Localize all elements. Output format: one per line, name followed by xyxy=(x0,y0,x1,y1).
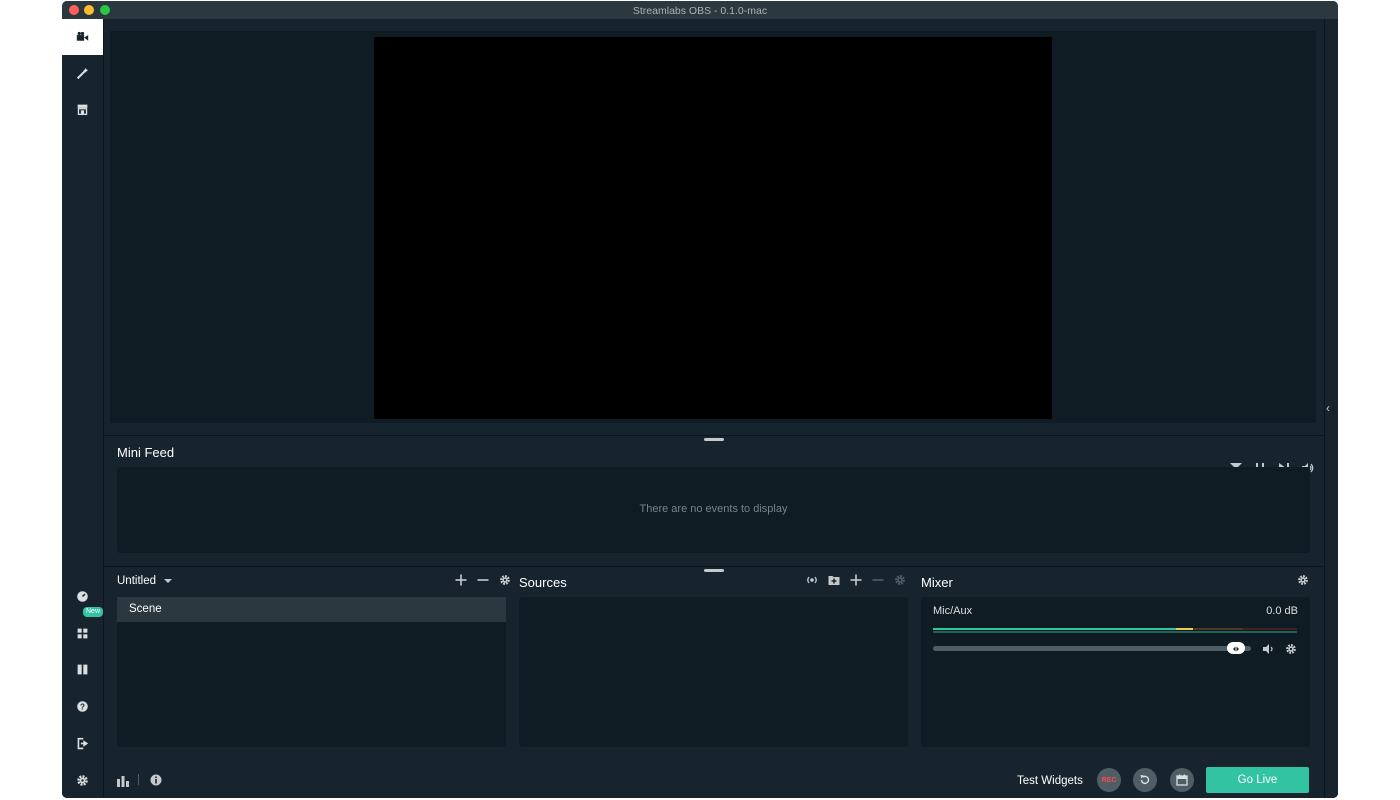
bar-chart-icon xyxy=(117,776,129,787)
sources-title: Sources xyxy=(519,575,567,590)
sources-toolbar xyxy=(806,574,906,586)
scene-collection-selector[interactable]: Untitled xyxy=(117,575,172,587)
divider xyxy=(104,566,1324,567)
store-icon xyxy=(77,104,88,115)
info-icon xyxy=(150,774,162,786)
divider xyxy=(104,435,1324,436)
remove-source-button[interactable] xyxy=(872,574,884,586)
logout-icon xyxy=(77,737,89,749)
record-button[interactable]: REC xyxy=(1097,768,1121,792)
info-button[interactable] xyxy=(150,773,162,791)
resize-handle-top[interactable] xyxy=(704,438,724,441)
sidebar-item-logout[interactable] xyxy=(62,725,103,761)
svg-text:?: ? xyxy=(80,702,85,711)
folder-plus-icon xyxy=(828,576,840,585)
performance-stats-button[interactable] xyxy=(117,774,129,792)
sidebar-item-columns[interactable] xyxy=(62,651,103,687)
meter-yellow-segment xyxy=(1176,628,1193,630)
footer-bar: Test Widgets REC Go Live xyxy=(104,761,1324,798)
mixer-panel: Mic/Aux 0.0 dB xyxy=(921,597,1310,747)
gear-icon xyxy=(1286,644,1296,654)
help-circle-icon: ? xyxy=(77,700,88,712)
mute-button[interactable] xyxy=(1263,642,1275,660)
resize-handle-bottom[interactable] xyxy=(704,569,724,572)
volume-slider[interactable] xyxy=(933,646,1251,651)
preview-area xyxy=(110,31,1316,423)
columns-icon xyxy=(77,664,88,674)
sidebar-item-store[interactable] xyxy=(62,91,103,127)
mixer-toolbar xyxy=(1297,574,1309,586)
app-window: Streamlabs OBS - 0.1.0-mac New ? Mini Fe… xyxy=(62,1,1338,798)
gear-icon xyxy=(1298,575,1308,585)
close-window-button[interactable] xyxy=(69,5,79,15)
rec-label: REC xyxy=(1101,776,1117,784)
chevron-down-icon xyxy=(164,579,172,583)
stream-preview-canvas[interactable] xyxy=(374,37,1052,419)
replay-icon xyxy=(1140,775,1150,784)
minimize-window-button[interactable] xyxy=(84,5,94,15)
mixer-source-settings-button[interactable] xyxy=(1285,642,1297,660)
editor-main: Mini Feed There are no events to display… xyxy=(104,19,1338,798)
replay-buffer-button[interactable] xyxy=(1133,768,1157,792)
sidebar-item-layouts[interactable]: New xyxy=(62,607,104,651)
dashboard-icon xyxy=(77,590,88,602)
go-live-button[interactable]: Go Live xyxy=(1206,767,1309,793)
mixer-source-name: Mic/Aux xyxy=(933,605,973,617)
mixer-level-readout: 0.0 dB xyxy=(1266,605,1298,617)
mixer-title: Mixer xyxy=(921,575,953,590)
magic-wand-icon xyxy=(76,67,89,79)
source-broadcast-button[interactable] xyxy=(806,574,818,586)
volume-slider-handle[interactable] xyxy=(1227,642,1245,654)
calendar-icon xyxy=(1176,774,1188,786)
sidebar-item-settings[interactable] xyxy=(62,762,103,798)
mixer-settings-button[interactable] xyxy=(1297,574,1309,586)
sidebar-item-help[interactable]: ? xyxy=(62,688,103,724)
meter-green-segment xyxy=(933,628,1176,630)
window-title: Streamlabs OBS - 0.1.0-mac xyxy=(632,5,768,17)
scene-collection-name: Untitled xyxy=(117,575,156,587)
gear-icon xyxy=(77,774,88,786)
sources-panel xyxy=(519,597,908,747)
remove-scene-button[interactable] xyxy=(477,574,489,586)
volume-icon xyxy=(1263,644,1273,654)
source-settings-button[interactable] xyxy=(894,574,906,586)
footer-separator xyxy=(138,774,139,785)
scenes-toolbar xyxy=(455,574,511,586)
scene-list-item[interactable]: Scene xyxy=(117,597,506,622)
video-camera-icon xyxy=(76,31,89,41)
sidebar: New ? xyxy=(62,19,104,798)
scene-label: Scene xyxy=(129,603,162,615)
maximize-window-button[interactable] xyxy=(100,5,110,15)
sidebar-item-themes[interactable] xyxy=(62,55,103,91)
meter-red-zone xyxy=(1243,628,1297,630)
test-widgets-button[interactable]: Test Widgets xyxy=(1017,775,1083,787)
mini-feed-events: There are no events to display xyxy=(117,467,1310,553)
broadcast-icon xyxy=(807,576,817,584)
add-folder-button[interactable] xyxy=(828,574,840,586)
add-source-button[interactable] xyxy=(850,574,862,586)
gear-icon xyxy=(500,575,510,585)
apps-grid-icon xyxy=(77,628,88,638)
schedule-button[interactable] xyxy=(1170,768,1194,792)
title-bar: Streamlabs OBS - 0.1.0-mac xyxy=(62,1,1338,19)
mini-feed-empty-text: There are no events to display xyxy=(639,503,788,515)
meter-peak-track xyxy=(933,631,1297,633)
volume-meter xyxy=(933,628,1297,633)
add-scene-button[interactable] xyxy=(455,574,467,586)
mini-feed-title: Mini Feed xyxy=(117,445,175,460)
chevron-left-icon[interactable]: ‹ xyxy=(1326,401,1330,415)
gear-icon xyxy=(895,575,905,585)
meter-amber-zone xyxy=(1193,628,1243,630)
new-badge: New xyxy=(83,607,104,617)
scene-settings-button[interactable] xyxy=(499,574,511,586)
sidebar-item-editor[interactable] xyxy=(62,19,103,55)
scenes-panel: Scene xyxy=(117,597,506,747)
